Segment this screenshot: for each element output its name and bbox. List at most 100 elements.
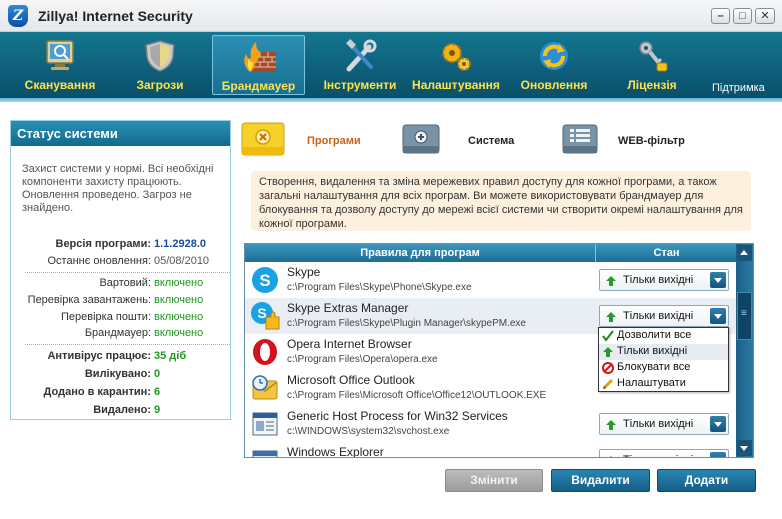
gears-icon xyxy=(442,43,471,71)
status-value: 35 діб xyxy=(154,350,187,362)
program-name: Windows Explorer xyxy=(287,445,384,458)
window-title: Zillya! Internet Security xyxy=(38,8,193,24)
maximize-button[interactable]: □ xyxy=(733,8,752,24)
status-row-quarantine: Додано в карантин: 6 xyxy=(11,386,232,400)
program-name: Skype xyxy=(287,265,321,279)
toolbar-label: Загрози xyxy=(136,78,184,92)
state-dropdown[interactable]: Тільки вихідні xyxy=(599,305,729,327)
arrow-up-icon xyxy=(606,276,616,286)
toolbar-item-firewall[interactable]: Брандмауер xyxy=(212,35,305,95)
status-value: 05/08/2010 xyxy=(154,255,210,267)
menu-item-block-all[interactable]: Блокувати все xyxy=(599,360,728,376)
program-path: c:\Program Files\Microsoft Office\Office… xyxy=(287,390,547,401)
subtab-web-filter[interactable]: WEB-фільтр xyxy=(562,122,712,156)
divider xyxy=(25,344,230,345)
support-link[interactable]: Підтримка xyxy=(712,82,765,94)
add-button[interactable]: Додати xyxy=(657,469,756,492)
state-dropdown[interactable]: Тільки вихідні xyxy=(599,413,729,435)
subtab-label: Програми xyxy=(307,135,361,147)
column-header-rules[interactable]: Правила для програм xyxy=(245,247,595,259)
status-value: включено xyxy=(154,294,204,306)
status-row-boot-check: Перевірка завантажень: включено xyxy=(11,294,232,308)
opera-icon xyxy=(253,339,277,365)
key-icon xyxy=(639,41,668,72)
status-value: включено xyxy=(154,327,204,339)
minimize-button[interactable]: – xyxy=(711,8,730,24)
toolbar-item-license[interactable]: Ліцензія xyxy=(606,35,698,95)
dropdown-arrow-icon[interactable] xyxy=(710,272,726,288)
dropdown-arrow-icon[interactable] xyxy=(710,452,726,457)
dropdown-arrow-icon[interactable] xyxy=(710,308,726,324)
toolbar-item-tools[interactable]: Інструменти xyxy=(314,35,406,95)
tools-icon xyxy=(346,39,377,72)
status-row-firewall: Брандмауер: включено xyxy=(11,327,232,341)
toolbar-label: Сканування xyxy=(24,78,96,92)
toolbar-item-update[interactable]: Оновлення xyxy=(508,35,600,95)
status-panel-title: Статус системи xyxy=(11,121,230,146)
column-header-state[interactable]: Стан xyxy=(595,244,737,262)
scroll-thumb[interactable] xyxy=(737,292,752,340)
toolbar-label: Оновлення xyxy=(520,78,588,92)
pencil-icon xyxy=(602,378,614,390)
menu-item-outgoing-only[interactable]: Тільки вихідні xyxy=(599,344,728,360)
toolbar-label: Ліцензія xyxy=(627,78,677,92)
shield-icon xyxy=(145,40,175,72)
toolbar-label: Інструменти xyxy=(323,78,397,92)
status-row-mail-check: Перевірка пошти: включено xyxy=(11,311,232,325)
table-scrollbar[interactable] xyxy=(736,244,753,457)
status-value: 0 xyxy=(154,368,161,380)
program-name: Skype Extras Manager xyxy=(287,301,409,315)
toolbar-label: Налаштування xyxy=(412,78,500,92)
status-row-last-update: Останнє оновлення: 05/08/2010 xyxy=(11,255,232,269)
explorer-icon xyxy=(252,450,278,457)
scroll-down-button[interactable] xyxy=(737,440,752,456)
state-value: Тільки вихідні xyxy=(623,310,694,322)
status-row-version: Версія програми: 1.1.2928.0 xyxy=(11,238,232,252)
firewall-icon xyxy=(243,42,276,72)
table-row[interactable]: S Skype c:\Program Files\Skype\Phone\Sky… xyxy=(245,262,737,298)
toolbar-item-settings[interactable]: Налаштування xyxy=(410,35,502,95)
toolbar-item-scan[interactable]: Сканування xyxy=(14,35,106,95)
table-row[interactable]: Windows Explorer Тільки вихідні xyxy=(245,442,737,458)
scan-monitor-icon xyxy=(46,40,74,70)
program-name: Opera Internet Browser xyxy=(287,337,412,351)
menu-item-configure[interactable]: Налаштувати xyxy=(599,376,728,392)
close-button[interactable]: ✕ xyxy=(755,8,775,24)
subtab-system[interactable]: Система xyxy=(402,122,532,156)
state-dropdown[interactable]: Тільки вихідні xyxy=(599,449,729,457)
status-label: Останнє оновлення: xyxy=(47,255,151,267)
status-label: Брандмауер: xyxy=(84,327,151,339)
svchost-icon xyxy=(252,412,278,436)
toolbar-label: Брандмауер xyxy=(221,79,296,93)
dropdown-arrow-icon[interactable] xyxy=(710,416,726,432)
status-value: включено xyxy=(154,277,204,289)
scroll-up-button[interactable] xyxy=(737,245,752,261)
subtab-programs[interactable]: Програми xyxy=(241,122,381,156)
status-label: Версія програми: xyxy=(55,238,152,250)
svg-text:S: S xyxy=(259,271,270,290)
status-label: Додано в карантин: xyxy=(43,386,151,398)
table-row[interactable]: Generic Host Process for Win32 Services … xyxy=(245,406,737,442)
table-header: Правила для програм Стан xyxy=(245,244,737,262)
menu-item-allow-all[interactable]: Дозволити все xyxy=(599,328,728,344)
program-path: c:\Program Files\Opera\opera.exe xyxy=(287,354,438,365)
status-label: Видалено: xyxy=(93,404,151,416)
program-path: c:\Program Files\Skype\Phone\Skype.exe xyxy=(287,282,472,293)
status-row-deleted: Видалено: 9 xyxy=(11,404,232,418)
state-value: Тільки вихідні xyxy=(623,454,693,457)
state-value: Тільки вихідні xyxy=(623,418,694,430)
toolbar-item-threats[interactable]: Загрози xyxy=(114,35,206,95)
status-label: Антивірус працює: xyxy=(47,350,151,362)
title-bar: Z Zillya! Internet Security – □ ✕ xyxy=(0,0,782,32)
program-path: c:\Program Files\Skype\Plugin Manager\sk… xyxy=(287,318,526,329)
main-toolbar: Сканування Загрози Брандмауер Інструмент… xyxy=(0,32,782,102)
delete-button[interactable]: Видалити xyxy=(551,469,650,492)
status-label: Вилікувано: xyxy=(84,368,151,380)
edit-button[interactable]: Змінити xyxy=(445,469,543,492)
state-dropdown[interactable]: Тільки вихідні xyxy=(599,269,729,291)
status-value: 9 xyxy=(154,404,161,416)
subtab-label: Система xyxy=(468,135,515,147)
skype-icon: S xyxy=(252,267,278,293)
checkmark-icon xyxy=(602,330,614,342)
status-row-guard: Вартовий: включено xyxy=(11,277,232,291)
